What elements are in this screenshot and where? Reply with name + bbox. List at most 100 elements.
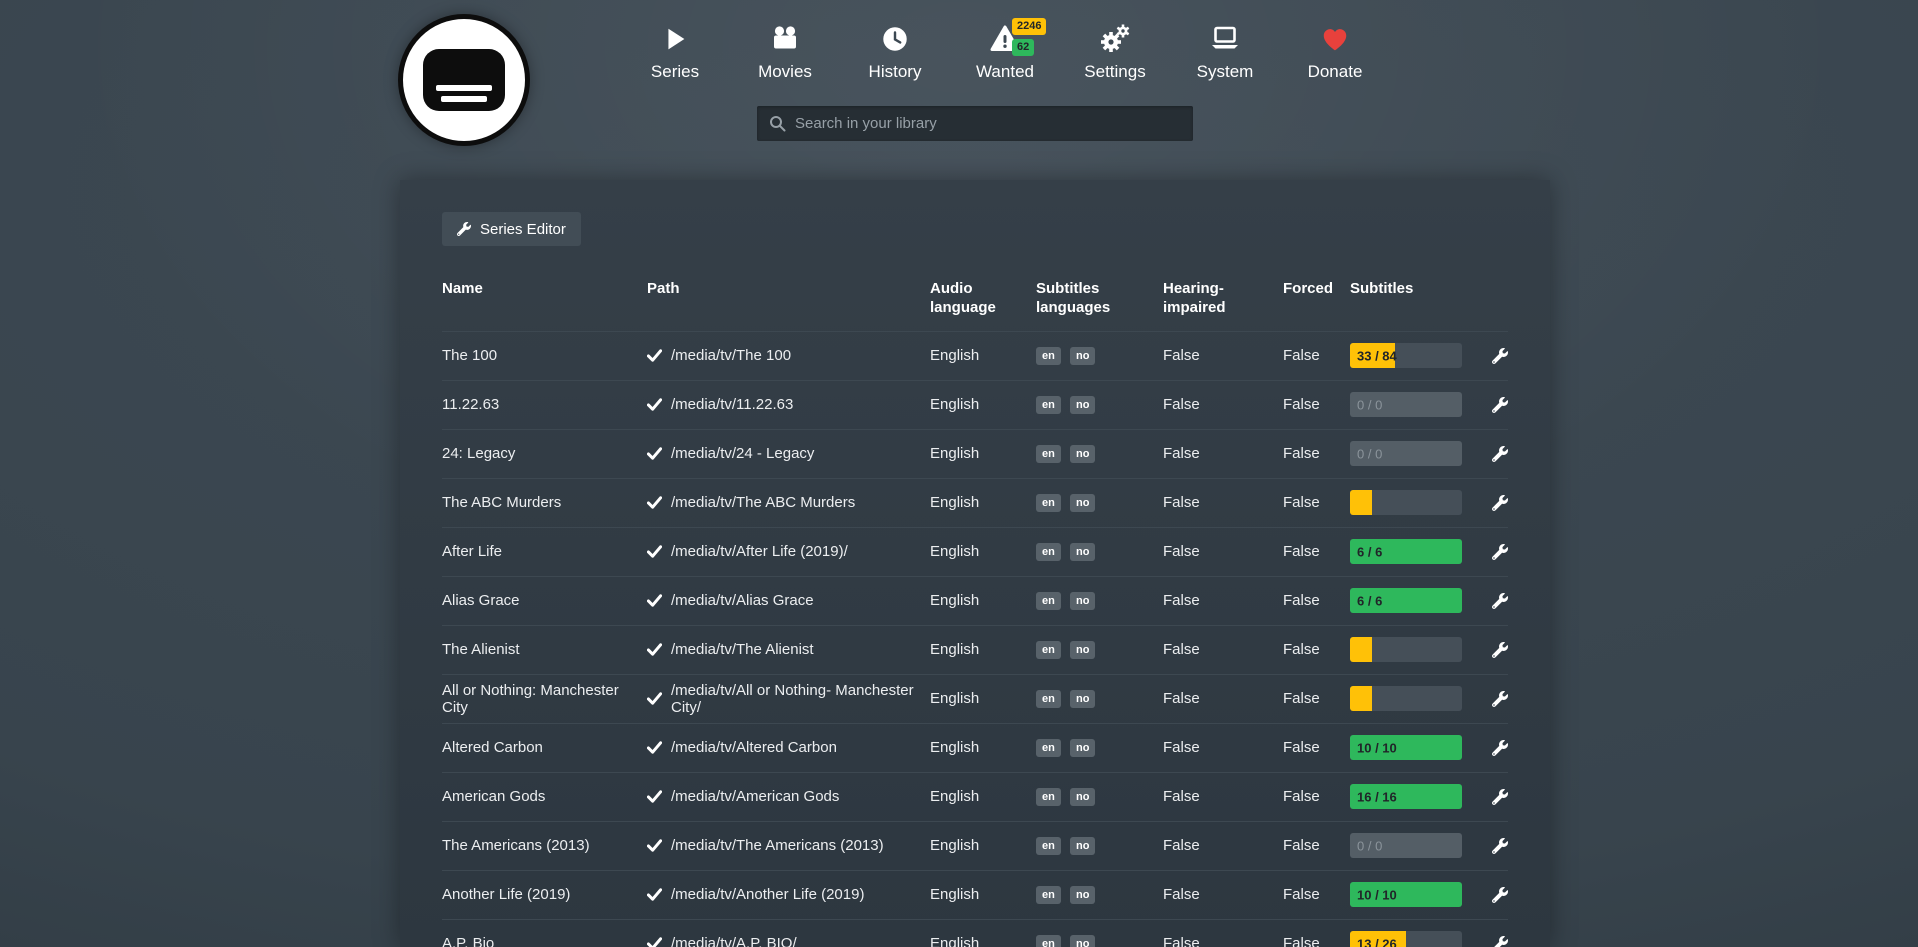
hearing-impaired-value: False <box>1163 690 1283 707</box>
language-badge: en <box>1036 788 1061 806</box>
forced-value: False <box>1283 543 1350 560</box>
audio-language-value: English <box>930 739 1036 756</box>
series-name-link[interactable]: Altered Carbon <box>442 739 647 756</box>
audio-language-value: English <box>930 641 1036 658</box>
check-icon <box>647 446 662 461</box>
progress-label: 16 / 16 <box>1357 789 1397 804</box>
subtitles-languages-cell: en no <box>1036 444 1163 464</box>
series-name-link[interactable]: After Life <box>442 543 647 560</box>
series-path: /media/tv/The Americans (2013) <box>671 837 884 854</box>
nav-series[interactable]: Series <box>620 20 730 82</box>
series-name-link[interactable]: The 100 <box>442 347 647 364</box>
wrench-icon <box>1492 936 1508 947</box>
language-badge: no <box>1070 935 1095 947</box>
audio-language-value: English <box>930 592 1036 609</box>
edit-series-button[interactable] <box>1492 495 1508 511</box>
language-badge: en <box>1036 543 1061 561</box>
nav-wanted-label: Wanted <box>976 62 1034 82</box>
forced-value: False <box>1283 886 1350 903</box>
check-icon <box>647 495 662 510</box>
language-badge: no <box>1070 347 1095 365</box>
subtitles-progress-bar: 10 / 10 <box>1350 882 1462 907</box>
language-badge: en <box>1036 445 1061 463</box>
series-path-cell: /media/tv/The Americans (2013) <box>647 837 930 854</box>
subtitles-progress-bar <box>1350 490 1462 515</box>
series-name-link[interactable]: 24: Legacy <box>442 445 647 462</box>
edit-series-button[interactable] <box>1492 642 1508 658</box>
edit-series-button[interactable] <box>1492 838 1508 854</box>
edit-series-button[interactable] <box>1492 691 1508 707</box>
subtitles-progress-cell: 0 / 0 <box>1350 392 1463 417</box>
language-badge: en <box>1036 641 1061 659</box>
table-row: Another Life (2019) /media/tv/Another Li… <box>442 870 1508 919</box>
subtitles-languages-cell: en no <box>1036 689 1163 709</box>
progress-fill <box>1350 490 1372 515</box>
series-path: /media/tv/Another Life (2019) <box>671 886 864 903</box>
forced-value: False <box>1283 690 1350 707</box>
search-input[interactable] <box>795 115 1181 132</box>
edit-series-button[interactable] <box>1492 348 1508 364</box>
edit-series-button[interactable] <box>1492 936 1508 947</box>
edit-series-button[interactable] <box>1492 544 1508 560</box>
subtitles-progress-bar: 13 / 26 <box>1350 931 1462 947</box>
table-row: The 100 /media/tv/The 100 English en no … <box>442 331 1508 380</box>
wrench-icon <box>1492 446 1508 462</box>
edit-series-button[interactable] <box>1492 397 1508 413</box>
nav-donate[interactable]: Donate <box>1280 20 1390 82</box>
nav-system[interactable]: System <box>1170 20 1280 82</box>
language-badge: en <box>1036 690 1061 708</box>
nav-history[interactable]: History <box>840 20 950 82</box>
series-name-link[interactable]: The ABC Murders <box>442 494 647 511</box>
nav-settings[interactable]: Settings <box>1060 20 1170 82</box>
edit-series-button[interactable] <box>1492 446 1508 462</box>
subtitles-languages-cell: en no <box>1036 395 1163 415</box>
forced-value: False <box>1283 788 1350 805</box>
series-name-link[interactable]: All or Nothing: Manchester City <box>442 682 647 716</box>
series-name-link[interactable]: 11.22.63 <box>442 396 647 413</box>
series-name-link[interactable]: Alias Grace <box>442 592 647 609</box>
check-icon <box>647 838 662 853</box>
subtitles-progress-bar: 0 / 0 <box>1350 441 1462 466</box>
edit-series-button[interactable] <box>1492 593 1508 609</box>
series-path-cell: /media/tv/The Alienist <box>647 641 930 658</box>
nav-wanted[interactable]: Wanted 2246 62 <box>950 20 1060 82</box>
edit-series-button[interactable] <box>1492 789 1508 805</box>
forced-value: False <box>1283 445 1350 462</box>
forced-value: False <box>1283 396 1350 413</box>
subtitles-progress-cell <box>1350 637 1463 662</box>
series-editor-label: Series Editor <box>480 221 566 238</box>
series-name-link[interactable]: A.P. Bio <box>442 935 647 947</box>
progress-label: 6 / 6 <box>1357 593 1382 608</box>
language-badge: no <box>1070 886 1095 904</box>
audio-language-value: English <box>930 396 1036 413</box>
series-path: /media/tv/Altered Carbon <box>671 739 837 756</box>
hearing-impaired-value: False <box>1163 494 1283 511</box>
wrench-icon <box>1492 495 1508 511</box>
check-icon <box>647 887 662 902</box>
series-name-link[interactable]: The Americans (2013) <box>442 837 647 854</box>
language-badge: en <box>1036 837 1061 855</box>
audio-language-value: English <box>930 347 1036 364</box>
language-badge: en <box>1036 739 1061 757</box>
bazarr-page: Series Movies History <box>0 0 1918 947</box>
edit-series-button[interactable] <box>1492 740 1508 756</box>
check-icon <box>647 691 662 706</box>
series-editor-button[interactable]: Series Editor <box>442 212 581 246</box>
wanted-series-count-badge: 2246 <box>1012 18 1046 35</box>
forced-value: False <box>1283 935 1350 947</box>
nav-movies[interactable]: Movies <box>730 20 840 82</box>
forced-value: False <box>1283 347 1350 364</box>
edit-series-button[interactable] <box>1492 887 1508 903</box>
subtitles-progress-bar: 10 / 10 <box>1350 735 1462 760</box>
series-name-link[interactable]: The Alienist <box>442 641 647 658</box>
subtitles-progress-bar: 6 / 6 <box>1350 539 1462 564</box>
series-table-body: The 100 /media/tv/The 100 English en no … <box>442 331 1508 947</box>
app-logo[interactable] <box>398 14 530 146</box>
check-icon <box>647 740 662 755</box>
audio-language-value: English <box>930 935 1036 947</box>
forced-value: False <box>1283 494 1350 511</box>
progress-label: 6 / 6 <box>1357 544 1382 559</box>
series-name-link[interactable]: Another Life (2019) <box>442 886 647 903</box>
language-badge: en <box>1036 886 1061 904</box>
series-name-link[interactable]: American Gods <box>442 788 647 805</box>
